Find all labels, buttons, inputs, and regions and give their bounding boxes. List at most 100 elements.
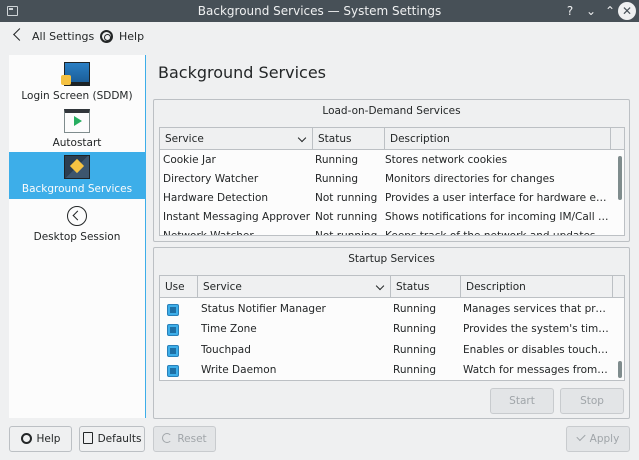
reset-button[interactable]: Reset bbox=[153, 426, 216, 452]
table-row[interactable]: Hardware Detection Not running Provides … bbox=[160, 189, 612, 208]
table-row[interactable]: Time Zone Running Provides the system's … bbox=[160, 320, 612, 340]
column-header-label: Service bbox=[203, 281, 242, 293]
scroll-thumb[interactable] bbox=[618, 361, 622, 378]
table-row[interactable]: Cookie Jar Running Stores network cookie… bbox=[160, 151, 612, 170]
page-title: Background Services bbox=[158, 63, 327, 82]
start-button[interactable]: Start bbox=[490, 388, 554, 414]
apply-button[interactable]: Apply bbox=[566, 426, 630, 452]
service-cell: Network Watcher bbox=[163, 230, 254, 236]
status-cell: Running bbox=[393, 323, 437, 335]
load-on-demand-title: Load-on-Demand Services bbox=[322, 105, 461, 117]
table-row[interactable]: Instant Messaging Approver Not running S… bbox=[160, 208, 612, 227]
apply-label: Apply bbox=[589, 433, 620, 445]
checkmark-icon bbox=[576, 431, 586, 441]
top-toolbar: All Settings Help bbox=[0, 22, 639, 52]
table-row[interactable]: Touchpad Running Enables or disables tou… bbox=[160, 341, 612, 361]
description-cell: Watch for messages from lo... bbox=[463, 364, 611, 376]
sort-chevron-down-icon bbox=[297, 133, 307, 143]
status-cell: Running bbox=[393, 344, 437, 356]
column-header-status[interactable]: Status bbox=[391, 276, 461, 298]
column-header-description[interactable]: Description bbox=[385, 128, 611, 150]
description-cell: Stores network cookies bbox=[385, 154, 508, 166]
startup-services-group: Startup Services Use Service Status Desc… bbox=[153, 247, 630, 419]
defaults-button[interactable]: Defaults bbox=[79, 426, 145, 452]
status-cell: Not running bbox=[315, 192, 378, 204]
maximize-button[interactable]: ⌃ bbox=[601, 2, 619, 20]
defaults-icon bbox=[82, 432, 93, 444]
close-button[interactable]: ✕ bbox=[618, 2, 636, 20]
sidebar-item-autostart[interactable]: Autostart bbox=[9, 106, 145, 153]
load-on-demand-group: Load-on-Demand Services Service Status D… bbox=[153, 99, 630, 242]
sidebar: Login Screen (SDDM) Autostart Background… bbox=[9, 55, 146, 418]
load-on-demand-table: Service Status Description Cookie Jar Ru… bbox=[159, 127, 625, 236]
service-cell: Hardware Detection bbox=[163, 192, 269, 204]
all-settings-label: All Settings bbox=[32, 30, 95, 43]
column-header-label: Service bbox=[165, 133, 204, 145]
help-label: Help bbox=[36, 433, 61, 445]
sidebar-item-label: Login Screen (SDDM) bbox=[21, 90, 133, 102]
autostart-icon bbox=[64, 109, 90, 133]
vertical-scrollbar[interactable] bbox=[617, 299, 623, 380]
window-title: Background Services — System Settings bbox=[197, 4, 442, 18]
table-header: Service Status Description bbox=[160, 128, 624, 150]
description-cell: Enables or disables touchpad bbox=[463, 344, 611, 356]
service-cell: Directory Watcher bbox=[163, 173, 259, 185]
sidebar-item-label: Autostart bbox=[52, 137, 102, 149]
help-label-top: Help bbox=[119, 30, 145, 43]
help-button[interactable]: Help bbox=[9, 426, 72, 452]
sidebar-item-label: Background Services bbox=[21, 183, 133, 195]
table-row[interactable]: Directory Watcher Running Monitors direc… bbox=[160, 170, 612, 189]
startup-services-title: Startup Services bbox=[348, 253, 435, 265]
desktop-session-icon bbox=[67, 206, 87, 226]
use-checkbox[interactable] bbox=[167, 345, 179, 357]
description-cell: Provides the system's time z... bbox=[463, 323, 611, 335]
service-cell: Touchpad bbox=[201, 344, 251, 356]
service-cell: Cookie Jar bbox=[163, 154, 216, 166]
table-row[interactable]: Write Daemon Running Watch for messages … bbox=[160, 361, 612, 380]
service-cell: Status Notifier Manager bbox=[201, 303, 326, 315]
table-header: Use Service Status Description bbox=[160, 276, 624, 298]
description-cell: Shows notifications for incoming IM/Call… bbox=[385, 211, 610, 223]
table-row[interactable]: Status Notifier Manager Running Manages … bbox=[160, 300, 612, 320]
sort-chevron-down-icon bbox=[375, 281, 385, 291]
service-cell: Write Daemon bbox=[201, 364, 277, 376]
description-cell: Provides a user interface for hardware e… bbox=[385, 192, 610, 204]
startup-services-table: Use Service Status Description Status No… bbox=[159, 275, 625, 381]
scroll-thumb[interactable] bbox=[618, 156, 622, 200]
use-checkbox[interactable] bbox=[167, 304, 179, 316]
sidebar-item-background-services[interactable]: Background Services bbox=[9, 152, 145, 199]
column-header-service[interactable]: Service bbox=[198, 276, 391, 298]
service-cell: Time Zone bbox=[201, 323, 257, 335]
description-cell: Manages services that provi... bbox=[463, 303, 611, 315]
status-cell: Not running bbox=[315, 211, 378, 223]
context-help-button[interactable]: ? bbox=[561, 2, 579, 20]
sidebar-item-login-screen[interactable]: Login Screen (SDDM) bbox=[9, 59, 145, 106]
status-cell: Running bbox=[393, 364, 437, 376]
column-header-description[interactable]: Description bbox=[461, 276, 613, 298]
defaults-label: Defaults bbox=[97, 433, 142, 445]
use-checkbox[interactable] bbox=[167, 324, 179, 336]
description-cell: Monitors directories for changes bbox=[385, 173, 555, 185]
service-cell: Instant Messaging Approver bbox=[163, 211, 311, 223]
column-header-use[interactable]: Use bbox=[160, 276, 198, 298]
status-cell: Running bbox=[315, 173, 359, 185]
use-checkbox[interactable] bbox=[167, 365, 179, 377]
back-chevron-icon bbox=[13, 28, 26, 41]
minimize-button[interactable]: ⌄ bbox=[582, 2, 600, 20]
status-cell: Running bbox=[315, 154, 359, 166]
window-titlebar: Background Services — System Settings ? … bbox=[0, 0, 639, 22]
vertical-scrollbar[interactable] bbox=[617, 151, 623, 235]
reset-label: Reset bbox=[177, 433, 207, 445]
background-services-icon bbox=[64, 155, 90, 179]
help-icon bbox=[20, 432, 32, 444]
sidebar-item-label: Desktop Session bbox=[33, 231, 121, 243]
login-screen-icon bbox=[61, 62, 90, 86]
column-header-status[interactable]: Status bbox=[313, 128, 385, 150]
sidebar-item-desktop-session[interactable]: Desktop Session bbox=[9, 200, 145, 247]
help-icon bbox=[100, 30, 113, 43]
status-cell: Not running bbox=[315, 230, 378, 236]
reset-icon bbox=[162, 433, 173, 443]
table-row[interactable]: Network Watcher Not running Keeps track … bbox=[160, 227, 612, 236]
column-header-service[interactable]: Service bbox=[160, 128, 313, 150]
stop-button[interactable]: Stop bbox=[560, 388, 624, 414]
